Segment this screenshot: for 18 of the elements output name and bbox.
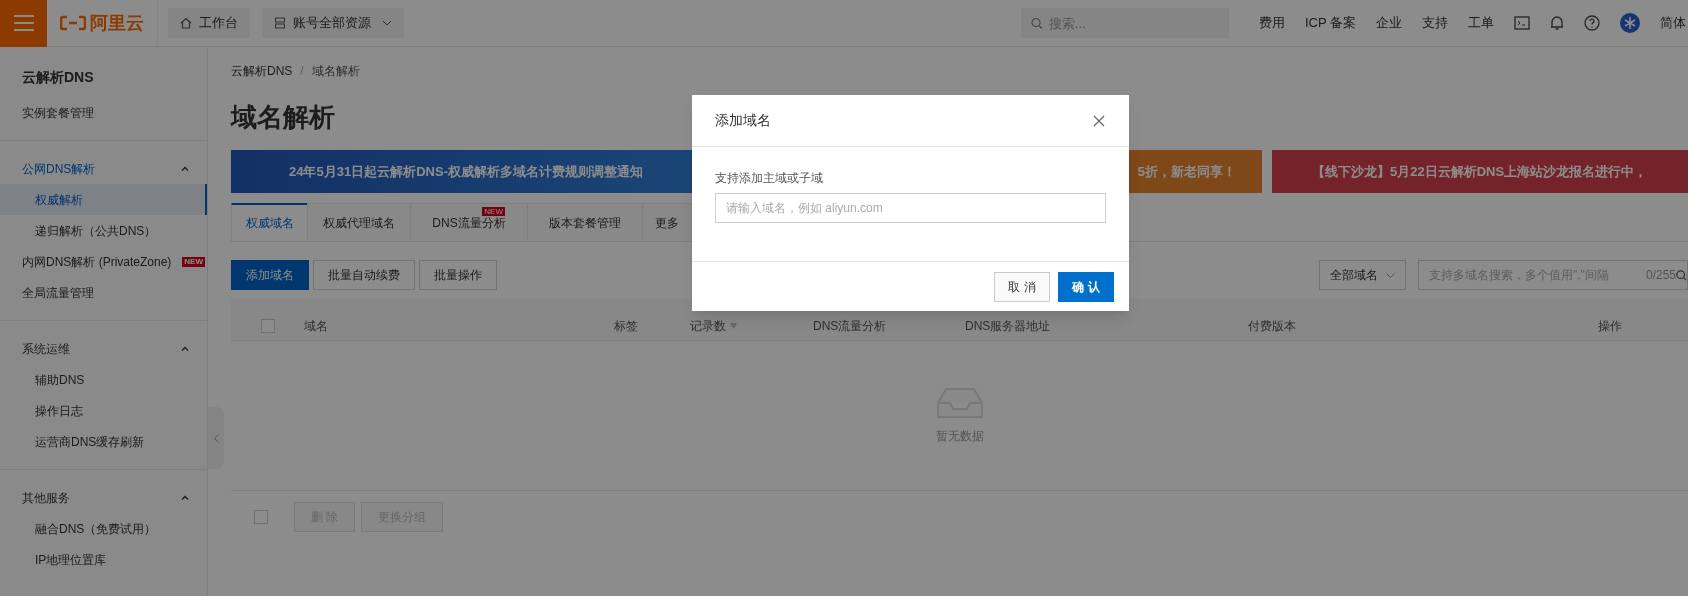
character-counter: 0/255 <box>1645 267 1676 284</box>
new-badge: NEW <box>182 256 205 267</box>
column-header: 标签 <box>614 317 638 335</box>
sidebar-title: 云解析DNS <box>21 68 95 87</box>
brand-name: 阿里云 <box>90 11 144 35</box>
field-label: 支持添加主域或子域 <box>715 170 824 187</box>
dialog-title: 添加域名 <box>715 111 771 130</box>
nav-item-label: 内网DNS解析 (PrivateZone) <box>22 253 172 271</box>
column-header: 域名 <box>304 317 328 335</box>
column-header: 操作 <box>1598 317 1622 335</box>
column-header: DNS流量分析 <box>813 317 887 335</box>
tab-label: DNS流量分析 <box>432 214 506 232</box>
page-title: 域名解析 <box>231 101 335 134</box>
column-header: 记录数 <box>690 317 726 335</box>
column-header: DNS服务器地址 <box>965 317 1051 335</box>
new-badge: NEW <box>482 207 505 216</box>
breadcrumb-separator: / <box>300 63 304 80</box>
column-header: 付费版本 <box>1248 317 1296 335</box>
